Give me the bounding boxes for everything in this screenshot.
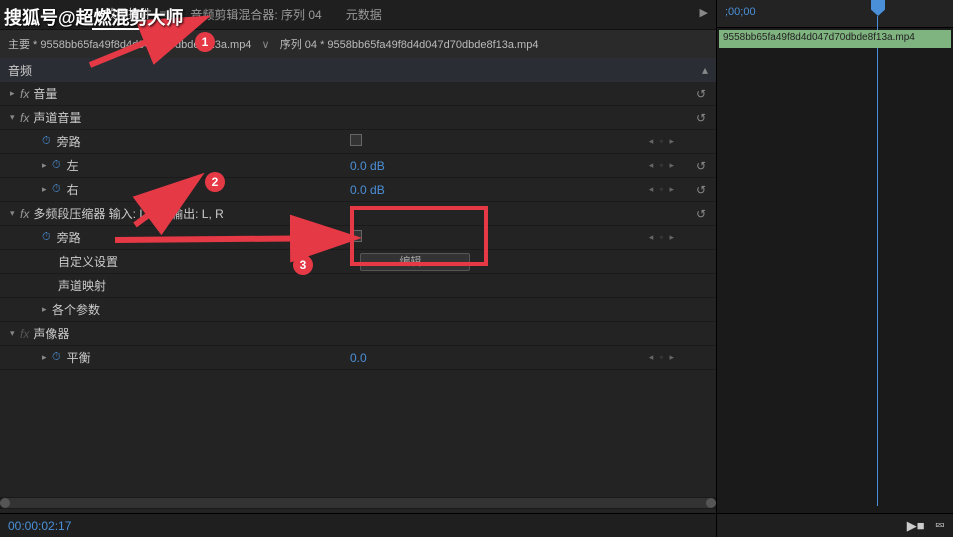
keyframe-nav[interactable]: ◂ ◦ ▸ xyxy=(649,232,676,243)
label-custom: 自定义设置 xyxy=(58,253,118,270)
timeline-ruler[interactable]: ;00;00 xyxy=(717,0,953,28)
fx-icon[interactable]: fx xyxy=(20,87,29,101)
caret-icon[interactable] xyxy=(10,328,20,339)
breadcrumb: 主要 * 9558bb65fa49f8d4d047d70dbde8f13a.mp… xyxy=(0,30,716,58)
param-left[interactable]: ⏱ 左 0.0 dB ◂ ◦ ▸ ↺ xyxy=(0,154,716,178)
timeline-clip[interactable]: 9558bb65fa49f8d4d047d70dbde8f13a.mp4 xyxy=(719,30,951,48)
label-bypass-mb: 旁路 xyxy=(57,229,81,246)
fx-icon[interactable]: fx xyxy=(20,111,29,125)
section-audio: 音频 ▴ xyxy=(0,58,716,82)
keyframe-nav[interactable]: ◂ ◦ ▸ xyxy=(649,136,676,147)
label-balance: 平衡 xyxy=(67,349,91,366)
label-volume: 音量 xyxy=(33,85,57,102)
caret-icon[interactable] xyxy=(42,184,52,195)
param-bypass[interactable]: ⏱ 旁路 ◂ ◦ ▸ xyxy=(0,130,716,154)
zoom-slider[interactable] xyxy=(0,497,716,509)
label-left: 左 xyxy=(67,157,79,174)
value-left[interactable]: 0.0 dB xyxy=(350,159,385,173)
playhead-line xyxy=(877,16,878,506)
reset-icon[interactable]: ▴ xyxy=(702,63,708,77)
stopwatch-icon[interactable]: ⏱ xyxy=(52,159,61,172)
label-channel-map: 声道映射 xyxy=(58,277,106,294)
bypass-checkbox-mb[interactable] xyxy=(350,230,362,242)
effect-panner[interactable]: fx 声像器 xyxy=(0,322,716,346)
stopwatch-icon[interactable]: ⏱ xyxy=(52,183,61,196)
keyframe-nav[interactable]: ◂ ◦ ▸ xyxy=(649,160,676,171)
reset-param-icon[interactable]: ↺ xyxy=(696,159,706,173)
label-params: 各个参数 xyxy=(52,301,100,318)
caret-icon[interactable] xyxy=(10,88,20,99)
label-bypass: 旁路 xyxy=(57,133,81,150)
label-right: 右 xyxy=(67,181,79,198)
stopwatch-icon[interactable]: ⏱ xyxy=(52,351,61,364)
label-multiband: 多频段压缩器 输入: L, R | 输出: L, R xyxy=(33,205,223,222)
fx-icon[interactable]: fx xyxy=(20,327,29,341)
bypass-checkbox[interactable] xyxy=(350,134,362,146)
param-each[interactable]: 各个参数 xyxy=(0,298,716,322)
effect-multiband-compressor[interactable]: fx 多频段压缩器 输入: L, R | 输出: L, R ↺ xyxy=(0,202,716,226)
current-timecode[interactable]: 00:00:02:17 xyxy=(8,519,71,533)
timeline-start-label: ;00;00 xyxy=(725,6,756,18)
tab-metadata[interactable]: 元数据 xyxy=(334,0,394,29)
caret-icon[interactable] xyxy=(42,160,52,171)
breadcrumb-caret-icon: ∨ xyxy=(251,38,279,51)
effect-volume[interactable]: fx 音量 ↺ xyxy=(0,82,716,106)
watermark-text: 搜狐号@超燃混剪大师 xyxy=(4,4,184,30)
play-stop-icon[interactable]: ▶■ xyxy=(907,518,925,534)
tab-audio-mixer[interactable]: 音频剪辑混合器: 序列 04 xyxy=(178,0,333,29)
effect-channel-volume[interactable]: fx 声道音量 ↺ xyxy=(0,106,716,130)
param-custom-setup[interactable]: 自定义设置 编辑... xyxy=(0,250,716,274)
param-right[interactable]: ⏱ 右 0.0 dB ◂ ◦ ▸ ↺ xyxy=(0,178,716,202)
play-only-icon[interactable]: ▶ xyxy=(700,6,708,19)
reset-param-icon[interactable]: ↺ xyxy=(696,183,706,197)
label-channel-volume: 声道音量 xyxy=(33,109,81,126)
value-right[interactable]: 0.0 dB xyxy=(350,183,385,197)
timecode-bar: 00:00:02:17 xyxy=(0,513,716,537)
param-bypass-mb[interactable]: ⏱ 旁路 ◂ ◦ ▸ xyxy=(0,226,716,250)
playhead-icon[interactable] xyxy=(871,0,885,16)
param-balance[interactable]: ⏱ 平衡 0.0 ◂ ◦ ▸ xyxy=(0,346,716,370)
reset-effect-icon[interactable]: ↺ xyxy=(696,87,706,101)
caret-icon[interactable] xyxy=(42,352,52,363)
caret-icon[interactable] xyxy=(10,112,20,123)
caret-icon[interactable] xyxy=(42,304,52,315)
stopwatch-icon[interactable]: ⏱ xyxy=(42,135,51,148)
stopwatch-icon[interactable]: ⏱ xyxy=(42,231,51,244)
edit-button[interactable]: 编辑... xyxy=(360,253,470,271)
reset-effect-icon[interactable]: ↺ xyxy=(696,111,706,125)
reset-effect-icon[interactable]: ↺ xyxy=(696,207,706,221)
keyframe-nav[interactable]: ◂ ◦ ▸ xyxy=(649,352,676,363)
label-panner: 声像器 xyxy=(33,325,69,342)
export-icon[interactable]: ⮹ xyxy=(935,518,945,534)
breadcrumb-main: 主要 * 9558bb65fa49f8d4d047d70dbde8f13a.mp… xyxy=(8,36,251,52)
value-balance[interactable]: 0.0 xyxy=(350,351,367,365)
transport-controls: ▶■ ⮹ xyxy=(717,513,953,537)
zoom-handle-right[interactable] xyxy=(706,498,716,508)
breadcrumb-sequence: 序列 04 * 9558bb65fa49f8d4d047d70dbde8f13a… xyxy=(280,36,539,52)
fx-icon[interactable]: fx xyxy=(20,207,29,221)
param-channel-map[interactable]: 声道映射 xyxy=(0,274,716,298)
keyframe-nav[interactable]: ◂ ◦ ▸ xyxy=(649,184,676,195)
zoom-handle-left[interactable] xyxy=(0,498,10,508)
caret-icon[interactable] xyxy=(10,208,20,219)
